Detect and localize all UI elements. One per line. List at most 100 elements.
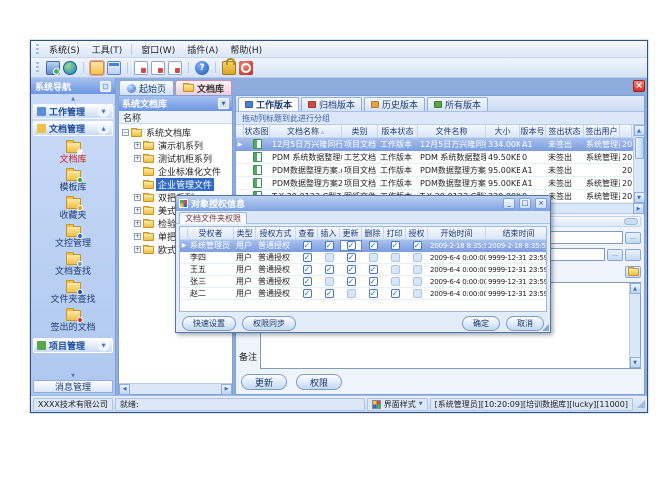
checkbox-checked-icon[interactable]	[369, 265, 378, 274]
scroll-down-icon[interactable]	[630, 357, 641, 368]
scroll-up-icon[interactable]	[634, 125, 645, 136]
checkbox-checked-icon[interactable]	[325, 241, 334, 250]
sidebar-item-1[interactable]: 模板库	[31, 167, 115, 195]
checkbox-checked-icon[interactable]	[369, 289, 378, 298]
sidebar-collapse-up-button[interactable]	[31, 94, 115, 103]
menu-item-4[interactable]: 帮助(H)	[224, 42, 268, 57]
column-header[interactable]: 状态图	[244, 125, 270, 137]
menu-item-0[interactable]: 系统(S)	[43, 42, 86, 57]
menu-item-1[interactable]: 工具(T)	[86, 42, 129, 57]
sidebar-item-3[interactable]: 文控管理	[31, 223, 115, 251]
expand-icon[interactable]	[134, 207, 141, 214]
close-icon[interactable]	[535, 198, 547, 209]
resize-grip[interactable]	[637, 400, 645, 408]
checkbox-unchecked-icon[interactable]	[391, 265, 400, 274]
table-vscrollbar[interactable]	[633, 125, 644, 203]
sidebar-group-2[interactable]: 项目管理	[33, 338, 113, 353]
ok-button[interactable]: 确定	[462, 316, 500, 331]
scroll-down-icon[interactable]	[634, 192, 645, 203]
sidebar-pin-button[interactable]	[100, 81, 111, 92]
checkbox-unchecked-icon[interactable]	[391, 253, 400, 262]
checkbox-checked-icon[interactable]	[369, 241, 378, 250]
details-collapse-button[interactable]	[624, 218, 638, 225]
scroll-right-icon[interactable]	[633, 203, 644, 214]
tab-version-0[interactable]: 工作版本	[238, 97, 299, 111]
dialog-titlebar[interactable]: 对象授权信息	[176, 196, 550, 211]
checkbox-checked-icon[interactable]	[413, 241, 422, 250]
globe-icon[interactable]	[63, 61, 77, 75]
collapse-icon[interactable]	[122, 129, 129, 136]
checkbox-checked-icon[interactable]	[347, 241, 356, 250]
checkbox-unchecked-icon[interactable]	[413, 277, 422, 286]
column-header[interactable]: 签出用户	[584, 125, 620, 137]
column-header[interactable]	[180, 227, 188, 239]
tab-folder-permissions[interactable]: 文档文件夹权限	[179, 212, 247, 224]
remark-vscrollbar[interactable]	[629, 283, 640, 368]
checkbox-checked-icon[interactable]	[391, 241, 400, 250]
sidebar-item-5[interactable]: 文件夹查找	[31, 279, 115, 307]
scroll-up-icon[interactable]	[630, 283, 641, 294]
browse-button[interactable]	[607, 249, 623, 261]
permission-button[interactable]: 权限	[296, 374, 342, 390]
table-row[interactable]: PDM 系统数据整理检...工艺文档工作版本PDM 系统数据整理...49.50…	[236, 151, 633, 164]
checkbox-checked-icon[interactable]	[303, 277, 312, 286]
checkbox-unchecked-icon[interactable]	[325, 253, 334, 262]
permission-row[interactable]: 张三用户普通授权2009-6-4 0:00:009999-12-31 23:59…	[180, 276, 546, 288]
expand-icon[interactable]	[134, 194, 141, 201]
lock-icon[interactable]	[222, 61, 236, 75]
expand-icon[interactable]	[134, 220, 141, 227]
permission-row[interactable]: 赵二用户普通授权2009-6-4 0:00:009999-12-31 23:59…	[180, 288, 546, 300]
help-icon[interactable]	[195, 61, 209, 75]
checkbox-unchecked-icon[interactable]	[413, 265, 422, 274]
tree-item-2[interactable]: 企业标准化文件	[119, 165, 232, 178]
expand-icon[interactable]	[134, 246, 141, 253]
column-header[interactable]: 更新	[340, 227, 362, 239]
expand-icon[interactable]	[134, 233, 141, 240]
open-folder-button[interactable]	[625, 266, 641, 278]
checkbox-checked-icon[interactable]	[369, 277, 378, 286]
column-header[interactable]: 大小	[486, 125, 520, 137]
column-header[interactable]: 文件名称	[418, 125, 486, 137]
quick-set-button[interactable]: 快速设置	[182, 316, 236, 331]
column-header[interactable]: 签出状态	[546, 125, 584, 137]
table-row[interactable]: PDM数据整理方案.doc项目文档工作版本PDM数据整理方案.doc95.00K…	[236, 164, 633, 177]
resize-grip[interactable]	[542, 324, 549, 331]
tab-version-1[interactable]: 归档版本	[301, 97, 362, 111]
chevron-up-icon[interactable]	[98, 123, 109, 134]
column-header[interactable]: 文档名称	[270, 125, 342, 137]
minimize-icon[interactable]	[503, 198, 515, 209]
document-icon-1[interactable]	[134, 61, 148, 75]
permission-sync-button[interactable]: 权限同步	[242, 316, 296, 331]
maximize-icon[interactable]	[519, 198, 531, 209]
scroll-left-icon[interactable]	[119, 384, 130, 395]
checkbox-unchecked-icon[interactable]	[347, 289, 356, 298]
permission-row[interactable]: 李四用户普通授权2009-6-4 0:00:009999-12-31 23:59…	[180, 252, 546, 264]
checkbox-unchecked-icon[interactable]	[391, 277, 400, 286]
sidebar-item-6[interactable]: 签出的文档	[31, 307, 115, 335]
expand-icon[interactable]	[134, 155, 141, 162]
window-icon[interactable]	[107, 61, 121, 75]
power-icon[interactable]	[239, 61, 253, 75]
chevron-down-icon[interactable]	[98, 340, 109, 351]
extra-button[interactable]	[625, 249, 641, 261]
table-row[interactable]: ▶12月5日万兴隆同行...项目文档工作版本12月5日万兴隆同行...334.0…	[236, 138, 633, 151]
sidebar-group-0[interactable]: 工作管理	[33, 104, 113, 119]
checkbox-checked-icon[interactable]	[303, 265, 312, 274]
sidebar-collapse-down-button[interactable]	[31, 371, 115, 380]
column-header[interactable]: 插入	[318, 227, 340, 239]
ui-style-button[interactable]: 界面样式	[367, 398, 428, 411]
menu-item-3[interactable]: 插件(A)	[181, 42, 224, 57]
checkbox-checked-icon[interactable]	[347, 253, 356, 262]
permission-row[interactable]: 王五用户普通授权2009-6-4 0:00:009999-12-31 23:59…	[180, 264, 546, 276]
close-icon[interactable]	[633, 80, 645, 92]
column-header[interactable]: 类型	[234, 227, 256, 239]
column-header[interactable]	[620, 125, 632, 137]
browse-button[interactable]	[625, 232, 641, 244]
update-button[interactable]: 更新	[241, 374, 287, 390]
sidebar-item-4[interactable]: 文档查找	[31, 251, 115, 279]
checkbox-checked-icon[interactable]	[347, 277, 356, 286]
tree-item-0[interactable]: 演示机系列	[119, 139, 232, 152]
checkbox-checked-icon[interactable]	[303, 253, 312, 262]
tab-start-page[interactable]: 起始页	[119, 80, 174, 95]
column-header[interactable]: 删除	[362, 227, 384, 239]
